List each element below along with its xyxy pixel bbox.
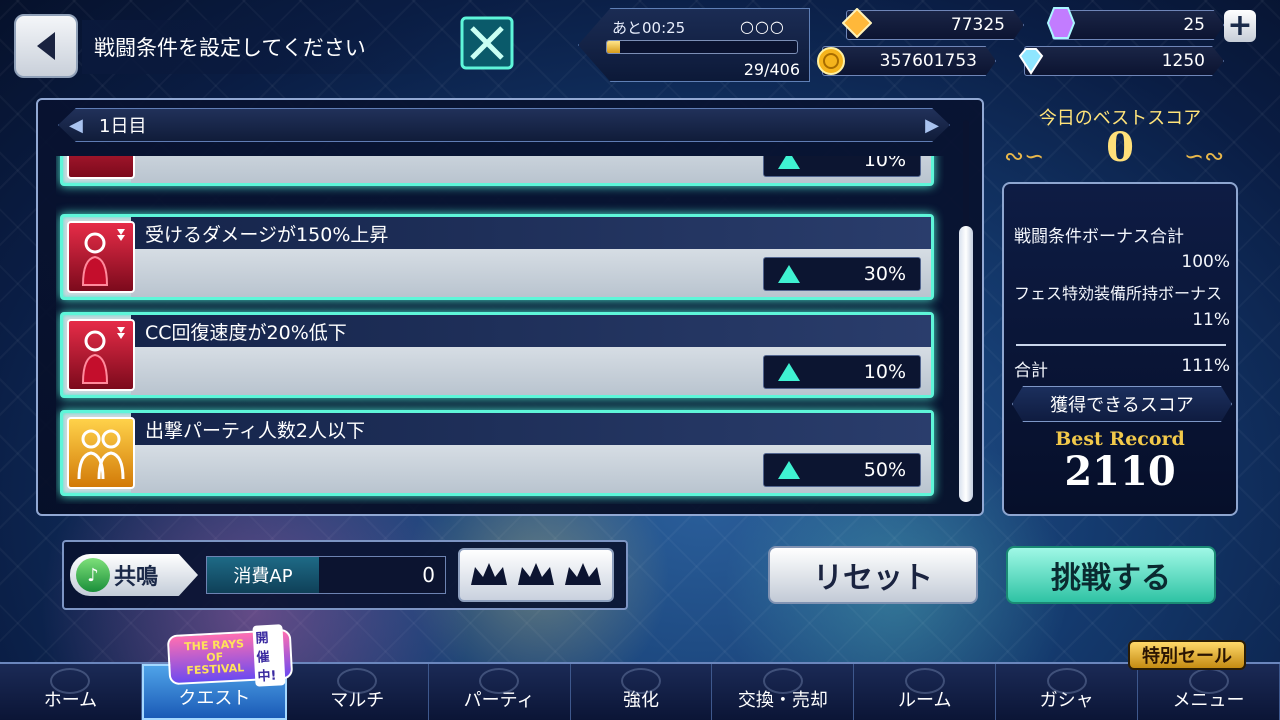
bonus-value: 10% [863,361,906,383]
gold-party-icon [67,417,135,489]
conditions-list[interactable]: 10% 受けるダメージが150%上昇 30% CC回復速度が20%低下 10% … [56,156,944,504]
rainbow-gem-icon [1046,6,1076,39]
total-label: 合計 [1014,361,1048,381]
gold-coin-icon [816,46,846,76]
bonus-indicator: 50% [763,453,921,487]
nav-home[interactable]: ホーム [0,664,142,720]
red-skull-icon [67,156,135,179]
ap-timer: あと00:25 [612,19,686,37]
page-title: 戦闘条件を設定してください [82,20,442,74]
condition-row[interactable]: CC回復速度が20%低下 10% [60,312,934,398]
crown-rating-button[interactable] [458,548,614,602]
nav-label: クエスト [178,688,251,709]
nav-multi[interactable]: マルチ [287,664,429,720]
best-score-value: 0 [1106,124,1134,171]
back-arrow-icon [37,32,55,60]
bonus-indicator: 30% [763,257,921,291]
red-damage-up-icon [67,221,135,293]
bonus-indicator: 10% [763,355,921,389]
reset-button[interactable]: リセット [768,546,978,604]
challenge-button[interactable]: 挑戦する [1006,546,1216,604]
divider [1016,344,1226,346]
gem-value: 25 [1183,15,1205,35]
condition-bonus-label: 戦闘条件ボーナス合計 [1014,227,1184,247]
resonance-label: 共鳴 [114,565,159,590]
enhance-icon [621,668,661,694]
resonance-button[interactable]: ♪ 共鳴 [70,554,198,596]
menu-icon [1188,668,1229,694]
up-triangle-icon [778,461,800,479]
ap-count: 29/406 [743,60,800,79]
condition-bonus-value: 100% [1181,252,1230,272]
scroll-thumb[interactable] [959,226,973,502]
condition-title: 受けるダメージが150%上昇 [131,217,931,249]
condition-title: 出撃パーティ人数2人以下 [131,413,931,445]
back-button[interactable] [14,14,78,78]
ornament-left-icon: ∾∽ [1004,142,1045,170]
up-triangle-icon [778,363,800,381]
ap-dots: ○○○ [740,17,785,36]
gold-value: 357601753 [879,51,977,71]
diamond-counter: 1250 [1024,46,1224,76]
diamond-icon [1016,46,1046,76]
bonus-indicator: 10% [763,156,921,177]
condition-row[interactable]: 出撃パーティ人数2人以下 50% [60,410,934,496]
red-cc-down-icon [67,319,135,391]
up-triangle-icon [778,156,800,169]
bonus-value: 50% [863,459,906,481]
resonance-icon: ♪ [76,558,110,592]
nav-gacha[interactable]: ガシャ [996,664,1139,720]
festival-badge[interactable]: THE RAYS OF FESTIVAL 開催中! [166,623,294,687]
prev-day-arrow-icon[interactable]: ◀ [69,115,83,136]
special-sale-badge[interactable]: 特別セール [1128,640,1246,670]
conditions-scrollbar[interactable] [958,120,974,504]
nav-room[interactable]: ルーム [854,664,997,720]
nav-menu[interactable]: メニュー [1138,664,1280,720]
obtainable-score-label: 獲得できるスコア [1012,386,1232,422]
festival-logo: THE RAYS OF FESTIVAL [183,637,245,678]
total-value: 111% [1181,356,1230,376]
ornament-right-icon: ∽∾ [1184,142,1225,170]
nav-party[interactable]: パーティ [429,664,571,720]
ap-cost-display: 消費AP 0 [206,556,446,594]
gacha-icon [1046,668,1087,694]
bonus-value: 30% [863,263,906,285]
day-selector[interactable]: ◀ 1日目 ▶ [58,108,950,142]
ap-progress-bar [606,40,798,54]
home-icon [50,668,91,694]
nav-enhance[interactable]: 強化 [571,664,713,720]
ap-cost-value: 0 [422,563,435,587]
next-day-arrow-icon[interactable]: ▶ [925,115,939,136]
crystal-counter: 77325 [846,10,1024,40]
crystal-icon [841,7,873,39]
ap-progress-fill [607,41,621,53]
crossed-swords-icon [458,14,516,72]
crown-icon [517,563,554,585]
gold-counter: 357601753 [822,46,996,76]
crown-icon [564,563,601,585]
fes-bonus-value: 11% [1192,310,1230,330]
condition-row[interactable]: 10% [60,156,934,186]
ap-cost-label: 消費AP [207,557,319,593]
crystal-value: 77325 [950,15,1005,35]
festival-open-label: 開催中! [251,623,286,687]
room-icon [904,668,945,694]
exchange-icon [762,668,803,694]
nav-exchange[interactable]: 交換・売却 [712,664,855,720]
day-label: 1日目 [99,116,147,137]
up-triangle-icon [778,265,800,283]
crown-icon [471,563,508,585]
best-record-label: Best Record [1055,428,1185,450]
add-gem-button[interactable]: + [1224,10,1256,42]
gem-counter: 25 [1052,10,1224,40]
party-icon [479,668,520,694]
condition-row[interactable]: 受けるダメージが150%上昇 30% [60,214,934,300]
best-record-value: 2110 [1064,448,1176,495]
bonus-value: 10% [863,156,906,171]
condition-title: CC回復速度が20%低下 [131,315,931,347]
multi-icon [337,668,378,694]
diamond-value: 1250 [1161,51,1205,71]
fes-bonus-label: フェス特効装備所持ボーナス [1014,284,1223,303]
